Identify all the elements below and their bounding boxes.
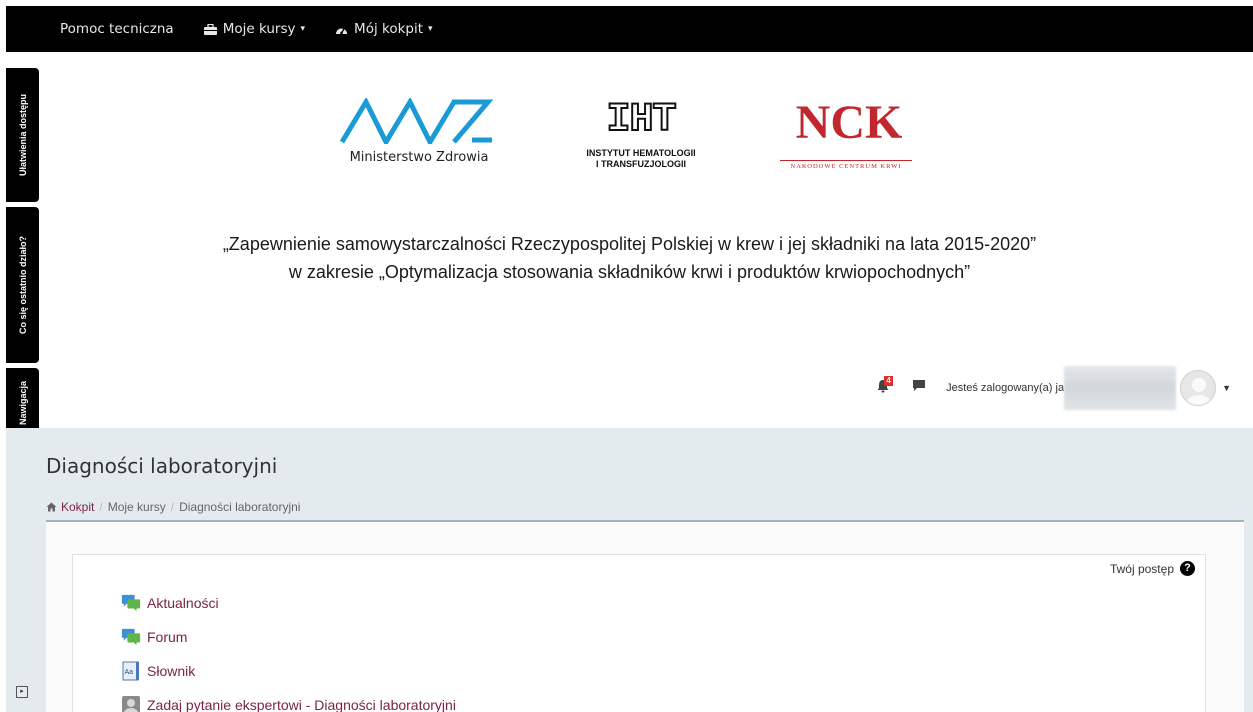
iht-logo-line2: I TRANSFUZJOLOGII — [596, 159, 686, 169]
logo-nck: NCK NARODOWE CENTRUM KRWI — [776, 98, 916, 176]
activity-glossary[interactable]: Aa Słownik — [121, 661, 195, 681]
nav-help-label: Pomoc tecniczna — [60, 21, 174, 37]
progress-indicator: Twój postęp ? — [1110, 561, 1195, 576]
breadcrumb-current-course: Diagności laboratoryjni — [179, 500, 301, 514]
activity-ask-expert[interactable]: Zadaj pytanie ekspertowi - Diagności lab… — [121, 695, 456, 712]
forum-icon — [121, 627, 141, 647]
partner-logos: Ministerstwo Zdrowia IHT INSTYTUT HEMATO… — [6, 98, 1253, 178]
site-header: Ministerstwo Zdrowia IHT INSTYTUT HEMATO… — [6, 52, 1253, 428]
briefcase-icon — [203, 23, 217, 35]
notification-count-badge: 4 — [884, 375, 894, 386]
activity-forum[interactable]: Forum — [121, 627, 187, 647]
user-name-redacted[interactable] — [1064, 366, 1177, 410]
breadcrumb-dashboard-link[interactable]: Kokpit — [46, 500, 94, 514]
message-icon — [913, 380, 926, 391]
progress-label: Twój postęp — [1109, 561, 1174, 576]
expert-icon — [121, 695, 141, 712]
breadcrumb: Kokpit / Moje kursy / Diagności laborato… — [46, 500, 300, 514]
breadcrumb-separator: / — [170, 500, 175, 514]
activity-news-label: Aktualności — [147, 595, 219, 611]
ministry-logo-text: Ministerstwo Zdrowia — [349, 150, 489, 165]
nav-my-courses-label: Moje kursy — [222, 21, 296, 37]
logo-iht: IHT INSTYTUT HEMATOLOGII I TRANSFUZJOLOG… — [576, 98, 706, 176]
notifications-button[interactable]: 4 — [876, 375, 894, 398]
home-icon — [46, 502, 57, 512]
forum-icon — [121, 593, 141, 613]
page-title: Diagności laboratoryjni — [46, 454, 278, 478]
user-toolbar: 4 Jesteś zalogowany(a) jako ▼ — [876, 366, 1253, 410]
nav-help[interactable]: Pomoc tecniczna — [60, 21, 174, 37]
sidetab-recent-activity-label: Co się ostatnio działo? — [17, 235, 28, 334]
user-avatar[interactable] — [1180, 370, 1217, 406]
help-icon[interactable]: ? — [1180, 561, 1195, 576]
dashboard-icon — [335, 24, 348, 35]
user-menu-caret-icon[interactable]: ▼ — [1222, 383, 1231, 393]
chevron-down-icon: ▾ — [428, 24, 433, 34]
sidetab-recent-activity[interactable]: Co się ostatnio działo? — [6, 207, 39, 363]
dock-toggle-icon[interactable]: ▸ — [16, 686, 28, 698]
iht-logo-mark: IHT — [605, 98, 677, 143]
glossary-icon: Aa — [121, 661, 141, 681]
nav-my-dashboard[interactable]: Mój kokpit ▾ — [335, 21, 433, 37]
tagline-line2: w zakresie „Optymalizacja stosowania skł… — [288, 262, 971, 282]
logged-in-text: Jesteś zalogowany(a) jako — [946, 382, 1065, 394]
user-placeholder-icon — [1186, 378, 1213, 405]
sidetab-accessibility-label: Ułatwienia dostępu — [17, 93, 28, 176]
sidetab-navigation-label: Nawigacja — [17, 380, 28, 426]
ministry-logo-mark — [340, 98, 494, 144]
iht-logo-line1: INSTYTUT HEMATOLOGII — [586, 148, 696, 158]
nck-logo-text: NARODOWE CENTRUM KRWI — [780, 160, 912, 170]
sidetab-accessibility[interactable]: Ułatwienia dostępu — [6, 68, 39, 202]
top-navbar: Pomoc tecniczna Moje kursy ▾ Mój kokpit … — [6, 6, 1253, 52]
svg-text:Aa: Aa — [125, 669, 134, 676]
messages-button[interactable] — [912, 379, 926, 397]
course-section: Twój postęp ? Aktualności Forum Aa Słown… — [72, 554, 1206, 712]
breadcrumb-separator: / — [99, 500, 103, 514]
tagline-line1: „Zapewnienie samowystarczalności Rzeczyp… — [222, 234, 1037, 254]
activity-news[interactable]: Aktualności — [121, 593, 219, 613]
nav-my-courses[interactable]: Moje kursy ▾ — [203, 21, 306, 37]
page-body: Diagności laboratoryjni Kokpit / Moje ku… — [6, 428, 1253, 712]
activity-glossary-label: Słownik — [147, 663, 196, 679]
nav-my-dashboard-label: Mój kokpit — [354, 21, 424, 37]
breadcrumb-my-courses[interactable]: Moje kursy — [108, 500, 166, 514]
logo-ministry-of-health: Ministerstwo Zdrowia — [336, 98, 516, 176]
activity-ask-expert-label: Zadaj pytanie ekspertowi - Diagności lab… — [147, 697, 456, 712]
chevron-down-icon: ▾ — [300, 24, 306, 34]
nck-logo-mark: NCK — [795, 96, 903, 149]
course-content: Twój postęp ? Aktualności Forum Aa Słown… — [46, 520, 1244, 712]
breadcrumb-dashboard-label: Kokpit — [61, 500, 95, 514]
activity-forum-label: Forum — [147, 629, 188, 645]
